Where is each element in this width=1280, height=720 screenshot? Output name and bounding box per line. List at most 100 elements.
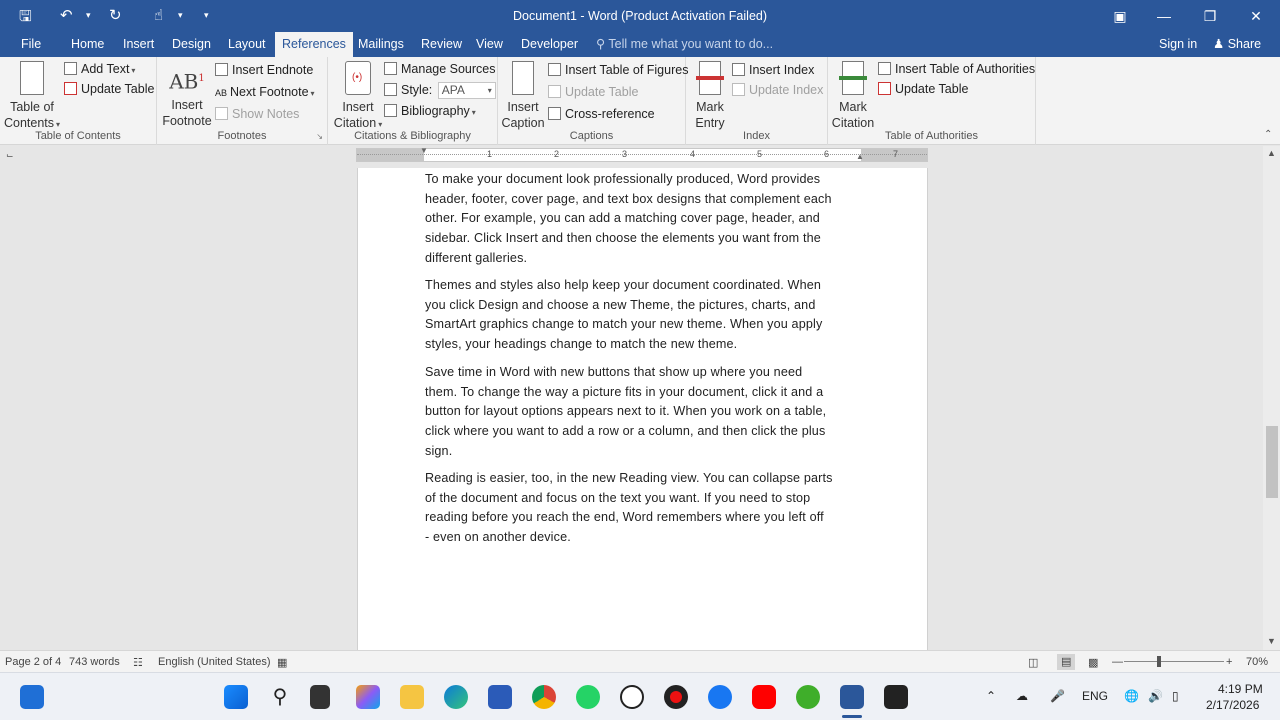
insert-footnote-button[interactable]: AB1 Insert Footnote bbox=[161, 61, 213, 129]
group-label-toa: Table of Authorities bbox=[885, 130, 978, 142]
accessibility-icon[interactable]: ▦ bbox=[277, 656, 287, 669]
proofing-icon[interactable]: ☷ bbox=[133, 656, 143, 669]
edge-browser-icon[interactable] bbox=[444, 685, 468, 709]
start-windows-icon[interactable] bbox=[224, 685, 248, 709]
paragraph-2[interactable]: Themes and styles also help keep your do… bbox=[425, 276, 867, 355]
record-app-icon[interactable] bbox=[664, 685, 688, 709]
restore-button[interactable]: ❐ bbox=[1190, 4, 1230, 28]
show-notes-button[interactable]: Show Notes bbox=[215, 106, 299, 122]
tab-review[interactable]: Review bbox=[414, 32, 469, 57]
insert-endnote-button[interactable]: Insert Endnote bbox=[215, 62, 313, 78]
insert-toa-label: Insert Table of Authorities bbox=[895, 62, 1036, 76]
insert-index-button[interactable]: Insert Index bbox=[732, 62, 814, 78]
chatgpt-icon[interactable] bbox=[620, 685, 644, 709]
zoom-slider[interactable] bbox=[1124, 656, 1224, 667]
search-icon[interactable]: ⚲ bbox=[268, 685, 292, 709]
zoom-level[interactable]: 70% bbox=[1246, 656, 1268, 668]
scroll-up-icon[interactable]: ▲ bbox=[1267, 148, 1276, 158]
tab-references[interactable]: References bbox=[275, 32, 353, 57]
camera-app-icon[interactable] bbox=[884, 685, 908, 709]
indent-marker-icon[interactable]: ▼ bbox=[420, 146, 428, 155]
ribbon-display-options-icon[interactable]: ▣ bbox=[1100, 4, 1140, 28]
tell-me-search[interactable]: ⚲ Tell me what you want to do... bbox=[596, 32, 773, 57]
sign-in-link[interactable]: Sign in bbox=[1152, 32, 1204, 57]
file-explorer-icon[interactable] bbox=[400, 685, 424, 709]
task-view-icon[interactable] bbox=[310, 685, 330, 709]
chrome-icon[interactable] bbox=[532, 685, 556, 709]
widgets-icon[interactable] bbox=[20, 685, 44, 709]
mark-entry-button[interactable]: Mark Entry bbox=[692, 61, 728, 131]
update-index-button[interactable]: Update Index bbox=[732, 82, 823, 98]
document-page[interactable]: To make your document look professionall… bbox=[357, 168, 928, 650]
right-indent-marker-icon[interactable]: ▲ bbox=[856, 152, 864, 161]
battery-icon[interactable]: ▯ bbox=[1172, 689, 1179, 703]
microsoft-store-icon[interactable] bbox=[488, 685, 512, 709]
dialog-launcher-icon[interactable]: ↘ bbox=[316, 132, 323, 141]
input-language[interactable]: ENG bbox=[1082, 689, 1108, 703]
network-icon[interactable]: 🌐 bbox=[1124, 689, 1139, 703]
copilot-icon[interactable] bbox=[356, 685, 380, 709]
paragraph-3[interactable]: Save time in Word with new buttons that … bbox=[425, 363, 867, 462]
mark-citation-button[interactable]: Mark Citation bbox=[830, 61, 876, 131]
show-hidden-icons-icon[interactable]: ⌃ bbox=[986, 689, 996, 703]
zoom-slider-thumb[interactable] bbox=[1157, 656, 1161, 667]
paragraph-1[interactable]: To make your document look professionall… bbox=[425, 170, 867, 269]
tab-home[interactable]: Home bbox=[64, 32, 111, 57]
insert-table-of-figures-button[interactable]: Insert Table of Figures bbox=[548, 62, 688, 78]
insert-caption-button[interactable]: Insert Caption bbox=[500, 61, 546, 131]
facebook-icon[interactable] bbox=[708, 685, 732, 709]
tab-design[interactable]: Design bbox=[165, 32, 218, 57]
whatsapp-icon[interactable] bbox=[576, 685, 600, 709]
language-indicator[interactable]: English (United States) bbox=[158, 656, 271, 668]
horizontal-ruler[interactable]: 1 2 3 4 5 6 7 ▼ ▲ bbox=[356, 146, 928, 162]
clock-time[interactable]: 4:19 PM bbox=[1218, 682, 1263, 696]
add-text-button[interactable]: Add Text ▾ bbox=[64, 61, 135, 79]
read-mode-icon[interactable]: ◫ bbox=[1028, 656, 1038, 669]
tab-layout[interactable]: Layout bbox=[221, 32, 273, 57]
scroll-thumb[interactable] bbox=[1266, 426, 1278, 498]
insert-citation-button[interactable]: (•) Insert Citation ▾ bbox=[332, 61, 384, 133]
bibliography-button[interactable]: Bibliography ▾ bbox=[384, 103, 476, 121]
vertical-scrollbar[interactable]: ▲ ▼ bbox=[1263, 146, 1280, 650]
style-dropdown[interactable]: APA ▾ bbox=[437, 82, 496, 100]
zoom-out-icon[interactable]: — bbox=[1112, 656, 1123, 668]
style-value: APA bbox=[441, 83, 465, 98]
title-bar: 🖫 ↶ ▾ ↻ ☝ ▾ ▾ Document1 - Word (Product … bbox=[0, 0, 1280, 32]
tab-insert[interactable]: Insert bbox=[116, 32, 161, 57]
manage-sources-button[interactable]: Manage Sources bbox=[384, 61, 496, 77]
update-table-toa-button[interactable]: Update Table bbox=[878, 81, 968, 97]
green-app-icon[interactable] bbox=[796, 685, 820, 709]
tab-mailings[interactable]: Mailings bbox=[351, 32, 411, 57]
print-layout-icon[interactable]: ▤ bbox=[1057, 654, 1076, 670]
insert-toa-button[interactable]: Insert Table of Authorities bbox=[878, 61, 1035, 77]
zoom-in-icon[interactable]: + bbox=[1226, 656, 1232, 668]
word-count[interactable]: 743 words bbox=[69, 656, 120, 668]
status-bar: Page 2 of 4 743 words ☷ English (United … bbox=[0, 650, 1280, 672]
tab-selector-icon[interactable]: ⌙ bbox=[6, 150, 16, 160]
web-layout-icon[interactable]: ▩ bbox=[1088, 656, 1098, 669]
add-text-icon bbox=[64, 62, 77, 75]
cloud-offline-icon[interactable]: ☁ bbox=[1016, 689, 1028, 703]
toc-big-label: Table of Contents bbox=[4, 100, 55, 130]
word-app-icon[interactable] bbox=[840, 685, 864, 709]
volume-icon[interactable]: 🔊 bbox=[1148, 689, 1163, 703]
tab-file[interactable]: File bbox=[14, 32, 48, 57]
table-of-contents-button[interactable]: Table of Contents ▾ bbox=[4, 61, 60, 133]
tab-view[interactable]: View bbox=[469, 32, 510, 57]
close-button[interactable]: ✕ bbox=[1236, 4, 1276, 28]
collapse-ribbon-icon[interactable]: ⌃ bbox=[1264, 129, 1272, 140]
scroll-down-icon[interactable]: ▼ bbox=[1267, 636, 1276, 646]
clock-date[interactable]: 2/17/2026 bbox=[1206, 698, 1259, 712]
cross-reference-button[interactable]: Cross-reference bbox=[548, 106, 655, 122]
paragraph-4[interactable]: Reading is easier, too, in the new Readi… bbox=[425, 469, 867, 548]
microphone-icon[interactable]: 🎤 bbox=[1050, 689, 1065, 703]
next-footnote-button[interactable]: AB Next Footnote ▾ bbox=[215, 84, 315, 102]
update-table-toc-button[interactable]: Update Table bbox=[64, 81, 154, 97]
share-button[interactable]: ♟ Share bbox=[1206, 32, 1268, 57]
update-table-toc-label: Update Table bbox=[81, 82, 155, 96]
tab-developer[interactable]: Developer bbox=[514, 32, 585, 57]
youtube-icon[interactable] bbox=[752, 685, 776, 709]
minimize-button[interactable]: — bbox=[1144, 4, 1184, 28]
page-count[interactable]: Page 2 of 4 bbox=[5, 656, 61, 668]
update-table-figures-button[interactable]: Update Table bbox=[548, 84, 638, 100]
